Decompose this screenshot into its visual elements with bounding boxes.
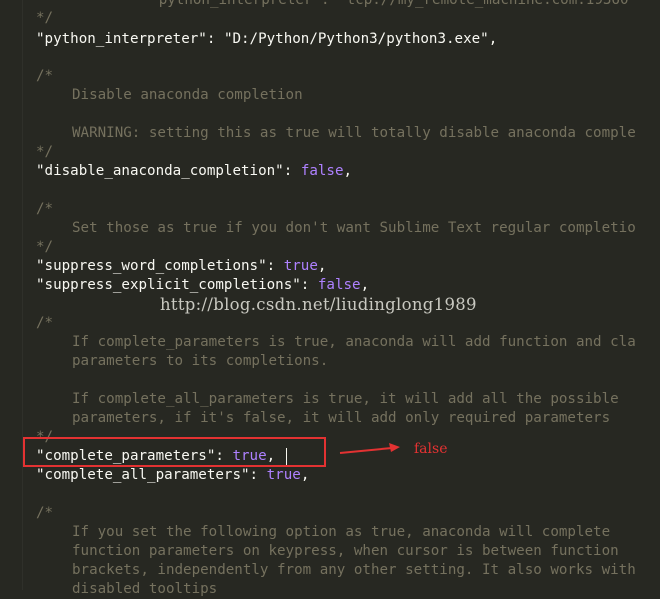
setting-value: "D:/Python/Python3/python3.exe": [223, 31, 489, 47]
code-line-comment: If you set the following option as true,…: [72, 523, 610, 542]
code-comment: */: [36, 144, 54, 160]
code-comment: /*: [36, 505, 54, 521]
code-comment: Set those as true if you don't want Subl…: [72, 220, 636, 236]
code-line-comment: parameters, if it's false, it will add o…: [72, 409, 610, 428]
code-comment: parameters to its completions.: [72, 353, 329, 369]
code-comment: If complete_parameters is true, anaconda…: [72, 334, 636, 350]
code-line-comment: If complete_parameters is true, anaconda…: [72, 333, 636, 352]
arrow-right-icon: [339, 443, 400, 454]
setting-key: "suppress_word_completions": [36, 258, 267, 274]
code-comment: If you set the following option as true,…: [72, 524, 611, 540]
code-comment: /*: [36, 201, 54, 217]
code-comment: disabled tooltips: [72, 581, 218, 597]
code-line-comment-close: */: [36, 143, 53, 162]
code-line-comment: If complete_all_parameters is true, it w…: [72, 390, 619, 409]
code-line-suppress-explicit-completions: "suppress_explicit_completions": false,: [36, 276, 369, 295]
code-line-comment-open: /*: [36, 67, 53, 86]
punctuation: ,: [360, 277, 370, 293]
code-comment: If complete_all_parameters is true, it w…: [72, 391, 619, 407]
code-comment: */: [36, 239, 54, 255]
code-comment: parameters, if it's false, it will add o…: [72, 410, 611, 426]
code-line-comment: function parameters on keypress, when cu…: [72, 542, 619, 561]
setting-value: true: [266, 467, 301, 483]
punctuation: ,: [343, 163, 353, 179]
code-comment: */: [36, 10, 54, 26]
code-line-comment-open: /*: [36, 314, 53, 333]
code-line-comment: WARNING: setting this as true will total…: [72, 124, 636, 143]
code-line-suppress-word-completions: "suppress_word_completions": true,: [36, 257, 326, 276]
setting-value: false: [317, 277, 361, 293]
code-line-comment: parameters to its completions.: [72, 352, 328, 371]
code-comment: "python_interpreter": "tcp://my_remote_m…: [116, 0, 638, 8]
code-comment: WARNING: setting this as true will total…: [72, 125, 636, 141]
code-line-comment-open: /*: [36, 200, 53, 219]
code-line-complete-all-parameters: "complete_all_parameters": true,: [36, 466, 309, 485]
watermark: http://blog.csdn.net/liudinglong1989: [160, 295, 477, 314]
code-line-comment-close: */: [36, 238, 53, 257]
code-line-comment-open: /*: [36, 504, 53, 523]
punctuation: :: [249, 467, 267, 483]
code-comment: Disable anaconda completion: [72, 87, 303, 103]
code-line-python-interpreter: "python_interpreter": "D:/Python/Python3…: [36, 30, 497, 49]
code-comment: function parameters on keypress, when cu…: [72, 543, 619, 559]
code-line-comment-close: */: [36, 9, 53, 28]
code-comment: /*: [36, 315, 54, 331]
setting-key: "suppress_explicit_completions": [36, 277, 301, 293]
punctuation: :: [300, 277, 318, 293]
punctuation: ,: [317, 258, 327, 274]
punctuation: :: [206, 31, 224, 47]
code-line-comment: Disable anaconda completion: [72, 86, 303, 105]
code-line-comment: brackets, independently from any other s…: [72, 561, 636, 580]
punctuation: :: [266, 258, 284, 274]
code-comment: brackets, independently from any other s…: [72, 562, 636, 578]
setting-key: "disable_anaconda_completion": [36, 163, 284, 179]
setting-key: "python_interpreter": [36, 31, 207, 47]
setting-key: "complete_all_parameters": [36, 467, 250, 483]
code-comment: /*: [36, 68, 54, 84]
code-line-remote-interpreter: "python_interpreter": "tcp://my_remote_m…: [116, 0, 637, 10]
punctuation: :: [283, 163, 301, 179]
setting-value: false: [300, 163, 344, 179]
annotation-note: false: [414, 441, 448, 457]
code-line-disable-anaconda-completion: "disable_anaconda_completion": false,: [36, 162, 352, 181]
highlight-box: [23, 437, 326, 467]
code-line-comment: Set those as true if you don't want Subl…: [72, 219, 636, 238]
setting-value: true: [283, 258, 318, 274]
punctuation: ,: [300, 467, 310, 483]
punctuation: ,: [488, 31, 498, 47]
